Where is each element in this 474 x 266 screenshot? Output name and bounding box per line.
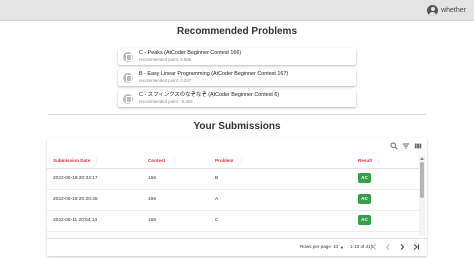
user-menu[interactable]: whether (427, 3, 466, 17)
recommended-problem-card[interactable]: B - Easy Linear Programming (AtCoder Beg… (118, 69, 356, 86)
column-header-submission-date[interactable]: Submission Date (53, 158, 90, 163)
result-badge: AC (358, 215, 371, 225)
column-header-result[interactable]: Result (358, 158, 372, 163)
next-page-icon[interactable] (397, 242, 407, 252)
column-menu-icon[interactable]: ⋮ (376, 158, 381, 164)
table-header-row: Submission Date ⋮ Contest ⋮ Problem ⋮ Re… (47, 156, 419, 169)
problem-name: C - スフィンクスのなぞなぞ (AtCoder Beginner Contes… (139, 91, 280, 98)
recommended-problem-card[interactable]: C - スフィンクスのなぞなぞ (AtCoder Beginner Contes… (118, 90, 356, 107)
recommended-problem-card[interactable]: C - Peaks (AtCoder Beginner Contest 166)… (118, 48, 356, 65)
first-page-icon[interactable] (369, 242, 379, 252)
result-badge: AC (358, 173, 371, 183)
column-header-contest[interactable]: Contest (148, 158, 165, 163)
problem-icon (123, 72, 133, 83)
search-icon[interactable] (390, 142, 398, 150)
result-badge: AC (358, 194, 371, 204)
rows-per-page-select[interactable]: 10 (333, 244, 338, 249)
submissions-table: Submission Date ⋮ Contest ⋮ Problem ⋮ Re… (47, 138, 427, 256)
problem-name: B - Easy Linear Programming (AtCoder Beg… (139, 70, 289, 77)
username: whether (441, 6, 466, 14)
pagination-footer: Rows per page 10 ▼ 1-10 of 418 (47, 238, 427, 256)
chevron-down-icon[interactable]: ▼ (340, 245, 344, 250)
rows-per-page-label: Rows per page (300, 244, 331, 249)
submission-date-cell: 2022-06-11 20:54:14 (53, 217, 98, 223)
recommended-point: recommended point: 0.347 (139, 77, 192, 83)
problem-cell: A (215, 196, 219, 202)
column-header-problem[interactable]: Problem (215, 158, 233, 163)
problem-cell: B (215, 175, 219, 181)
top-app-bar: whether (0, 0, 474, 21)
table-row[interactable]: 2022-06-18 20:20:46 166 A AC (47, 190, 419, 211)
scrollbar-thumb[interactable] (420, 162, 424, 198)
last-page-icon[interactable] (411, 242, 421, 252)
submission-date-cell: 2022-06-18 20:20:46 (53, 196, 98, 202)
contest-cell: 166 (148, 175, 157, 181)
recommended-point: recommended point: -0.402 (139, 98, 193, 104)
problem-name: C - Peaks (AtCoder Beginner Contest 166) (139, 49, 242, 56)
table-row[interactable]: 2022-06-18 20:34:17 166 B AC (47, 169, 419, 190)
table-row[interactable]: 2022-06-11 20:54:14 188 C AC (47, 211, 419, 232)
column-menu-icon[interactable]: ⋮ (239, 158, 244, 164)
previous-page-icon[interactable] (383, 242, 393, 252)
recommended-point: recommended point: 0.586 (139, 56, 192, 62)
submission-date-cell: 2022-06-18 20:34:17 (53, 175, 98, 181)
your-submissions-title: Your Submissions (193, 121, 281, 132)
filter-icon[interactable] (402, 142, 410, 150)
problem-icon (123, 93, 133, 104)
contest-cell: 166 (148, 196, 157, 202)
column-menu-icon[interactable]: ⋮ (172, 158, 177, 164)
view-column-icon[interactable] (414, 142, 422, 150)
table-scrollbar[interactable] (419, 156, 425, 236)
scroll-up-arrow-icon[interactable] (420, 157, 424, 160)
recommended-problems-title: Recommended Problems (176, 26, 298, 37)
contest-cell: 188 (148, 217, 157, 223)
column-menu-icon[interactable]: ⋮ (94, 158, 99, 164)
account-circle-icon (427, 4, 439, 16)
problem-cell: C (215, 217, 219, 223)
section-divider (48, 114, 426, 115)
problem-icon (123, 51, 133, 62)
